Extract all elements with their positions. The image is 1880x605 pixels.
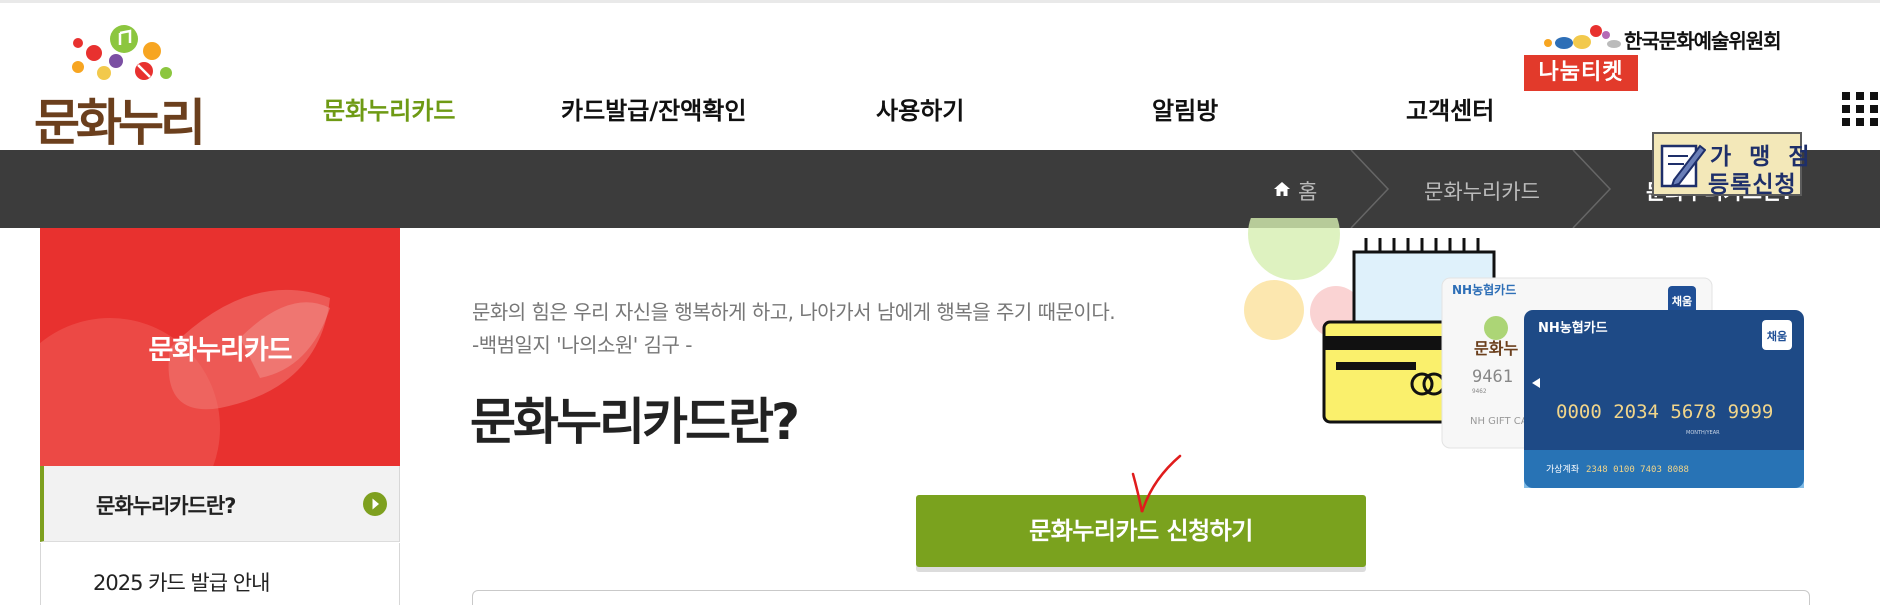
white-card-brand: NH농협카드 xyxy=(1452,282,1516,297)
merchant-registration-banner[interactable]: 가 맹 점 등록신청 xyxy=(1652,132,1810,198)
blue-card-month-year: MONTH/YEAR xyxy=(1686,430,1720,436)
white-card-badge: 채움 xyxy=(1672,294,1692,308)
sidebar-item-what-is-card[interactable]: 문화누리카드란? xyxy=(40,466,400,542)
nav-card-issue-balance[interactable]: 카드발급/잔액확인 xyxy=(561,91,746,126)
white-card-number: 9461 xyxy=(1472,367,1513,387)
merchant-banner-line2: 등록신청 xyxy=(1708,172,1797,198)
blue-card-brand: NH농협카드 xyxy=(1538,320,1608,336)
grid-menu-icon-svg xyxy=(1842,92,1878,126)
card-illustration-svg: NH농협카드 채움 문화누 9461 9462 NH GIFT CA NH농협카… xyxy=(1244,188,1804,488)
nanum-ticket-link[interactable]: 나눔티켓 xyxy=(1524,55,1638,91)
breadcrumb: 홈 문화누리카드 문화누리카드란? xyxy=(0,150,1880,228)
white-card-label: NH GIFT CA xyxy=(1470,416,1528,427)
white-card-logo: 문화누 xyxy=(1474,339,1518,358)
arko-logo[interactable]: 한국문화예술위원회 xyxy=(1538,21,1788,55)
arko-logo-icon xyxy=(1544,25,1621,49)
card-illustration: NH농협카드 채움 문화누 9461 9462 NH GIFT CA NH농협카… xyxy=(1200,188,1820,498)
sidebar-item-label: 2025 카드 발급 안내 xyxy=(93,571,270,595)
sidebar-title: 문화누리카드 xyxy=(148,335,292,366)
blue-card-badge: 채움 xyxy=(1767,329,1787,343)
sidebar-header: 문화누리카드 xyxy=(40,228,400,466)
home-icon xyxy=(1274,182,1290,196)
blue-card-account-label: 가상계좌 xyxy=(1546,463,1579,475)
logo-text: 문화누리 xyxy=(34,94,206,152)
nav-notice[interactable]: 알림방 xyxy=(1152,91,1218,126)
blue-card-account-number: 2348 0100 7403 8088 xyxy=(1586,465,1689,475)
nav-usage[interactable]: 사용하기 xyxy=(876,91,964,126)
breadcrumb-home[interactable]: 홈 xyxy=(1298,176,1317,206)
logo-flower-icon xyxy=(72,25,172,80)
white-card-small-number: 9462 xyxy=(1472,388,1487,395)
blue-card-number: 0000 2034 5678 9999 xyxy=(1556,401,1773,423)
quote-line-1: 문화의 힘은 우리 자신을 행복하게 하고, 나아가서 남에게 행복을 주기 때… xyxy=(472,300,1116,324)
arko-label: 한국문화예술위원회 xyxy=(1624,29,1782,53)
sidebar-item-label: 문화누리카드란? xyxy=(96,494,236,518)
grid-menu-icon[interactable] xyxy=(1842,92,1880,126)
sidebar-item-card-issue-guide[interactable]: 2025 카드 발급 안내 xyxy=(40,543,400,605)
breadcrumb-separator-icon xyxy=(1350,150,1390,228)
nav-customer-center[interactable]: 고객센터 xyxy=(1406,91,1494,126)
breadcrumb-munhwa-nuri-card[interactable]: 문화누리카드 xyxy=(1424,176,1540,206)
apply-card-button[interactable]: 문화누리카드 신청하기 xyxy=(916,495,1366,567)
page-title: 문화누리카드란? xyxy=(470,393,800,451)
site-header: 문화누리 문화누리카드 카드발급/잔액확인 사용하기 알림방 고객센터 한국문화… xyxy=(0,3,1880,152)
arrow-right-circle-icon xyxy=(363,492,387,516)
nav-munhwa-nuri-card[interactable]: 문화누리카드 xyxy=(323,91,455,126)
quote-line-2: -백범일지 '나의소원' 김구 - xyxy=(472,333,693,357)
pen-document-icon xyxy=(1660,144,1706,188)
content-box xyxy=(472,590,1810,605)
munhwa-nuri-logo[interactable]: 문화누리 xyxy=(34,21,214,152)
breadcrumb-separator-icon xyxy=(1572,150,1612,228)
